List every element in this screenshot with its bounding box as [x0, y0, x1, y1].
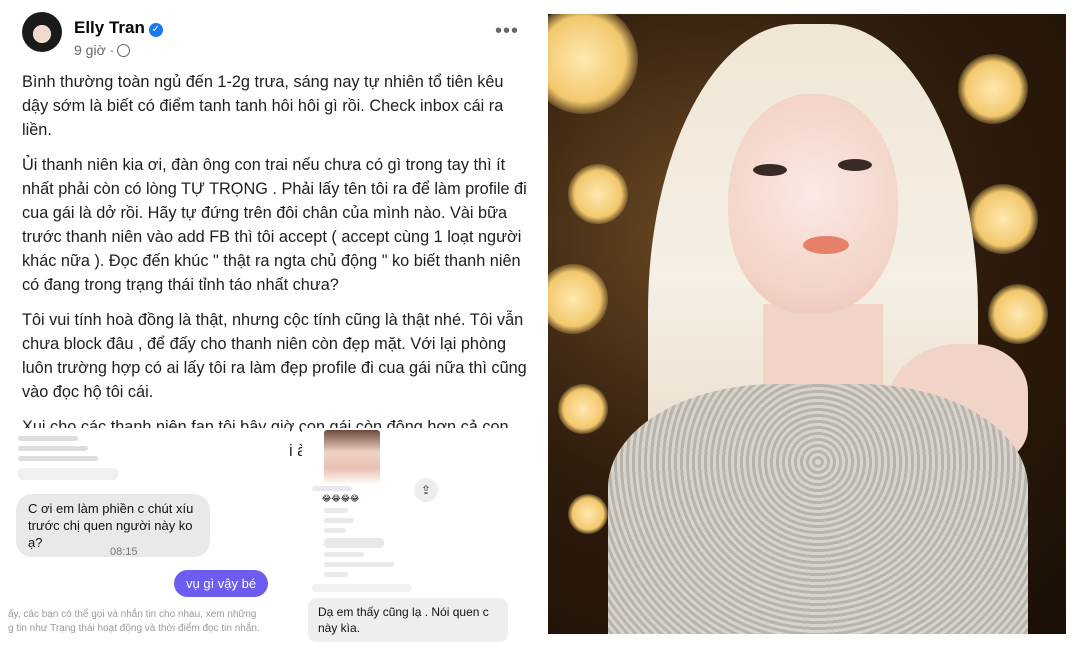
message-bubble-outgoing: vụ gì vậy bé: [174, 570, 269, 597]
lips: [803, 236, 849, 254]
chat-input-bar: [312, 584, 412, 592]
profile-thumbnail: [324, 430, 380, 485]
avatar[interactable]: [22, 12, 62, 52]
chat-line: [324, 562, 394, 567]
message-time: 08:15: [110, 546, 138, 558]
emoji-row: 😂😂😂😂: [322, 494, 360, 503]
bokeh-light: [548, 14, 638, 114]
post-meta: 9 giờ ·: [74, 42, 131, 58]
chat-line: [324, 552, 364, 557]
bokeh-light: [958, 54, 1028, 124]
post-paragraph: Bình thường toàn ngủ đến 1-2g trưa, sáng…: [22, 73, 504, 139]
bokeh-light: [988, 284, 1048, 344]
attached-screenshot-1[interactable]: C ơi em làm phiền c chút xíu trước chị q…: [0, 428, 290, 648]
post-body: Bình thường toàn ngủ đến 1-2g trưa, sáng…: [22, 70, 532, 474]
attached-screenshot-2[interactable]: ⇪ 😂😂😂😂 Dạ em thấy cũng lạ . Nói quen c n…: [302, 428, 532, 648]
bokeh-light: [548, 264, 608, 334]
chat-line: [324, 528, 346, 533]
chat-line: [312, 486, 352, 491]
post-time[interactable]: 9 giờ ·: [74, 42, 114, 58]
facebook-post: Elly Tran ✓ 9 giờ · ••• Bình thường toàn …: [0, 0, 540, 648]
bokeh-light: [968, 184, 1038, 254]
profile-info-line: [18, 436, 78, 441]
post-paragraph: Ủi thanh niên kia ơi, đàn ông con trai n…: [22, 156, 527, 294]
post-paragraph: Tôi vui tính hoà đồng là thật, nhưng cộc…: [22, 311, 527, 401]
message-bubble-incoming: Dạ em thấy cũng lạ . Nói quen c này kìa.: [308, 598, 508, 642]
chat-line: [324, 538, 384, 548]
sequin-dress: [608, 384, 1028, 634]
face: [728, 94, 898, 314]
bokeh-light: [568, 494, 608, 534]
bokeh-light: [568, 164, 628, 224]
profile-info-line: [18, 456, 98, 461]
author-name-row[interactable]: Elly Tran ✓: [74, 18, 163, 38]
share-icon[interactable]: ⇪: [414, 478, 438, 502]
chat-line: [324, 508, 348, 513]
chat-line: [324, 518, 354, 523]
eye: [838, 159, 872, 171]
bokeh-light: [558, 384, 608, 434]
verified-badge-icon: ✓: [148, 23, 163, 37]
more-icon[interactable]: •••: [495, 20, 519, 43]
eye: [753, 164, 787, 176]
profile-action-bar: [18, 468, 118, 480]
messenger-privacy-note: ấy, các bạn có thể gọi và nhắn tin cho n…: [8, 609, 260, 634]
author-name[interactable]: Elly Tran: [74, 18, 145, 37]
globe-icon: [117, 44, 131, 57]
profile-info-line: [18, 446, 88, 451]
portrait-photo: [548, 14, 1066, 634]
chat-line: [324, 572, 348, 577]
